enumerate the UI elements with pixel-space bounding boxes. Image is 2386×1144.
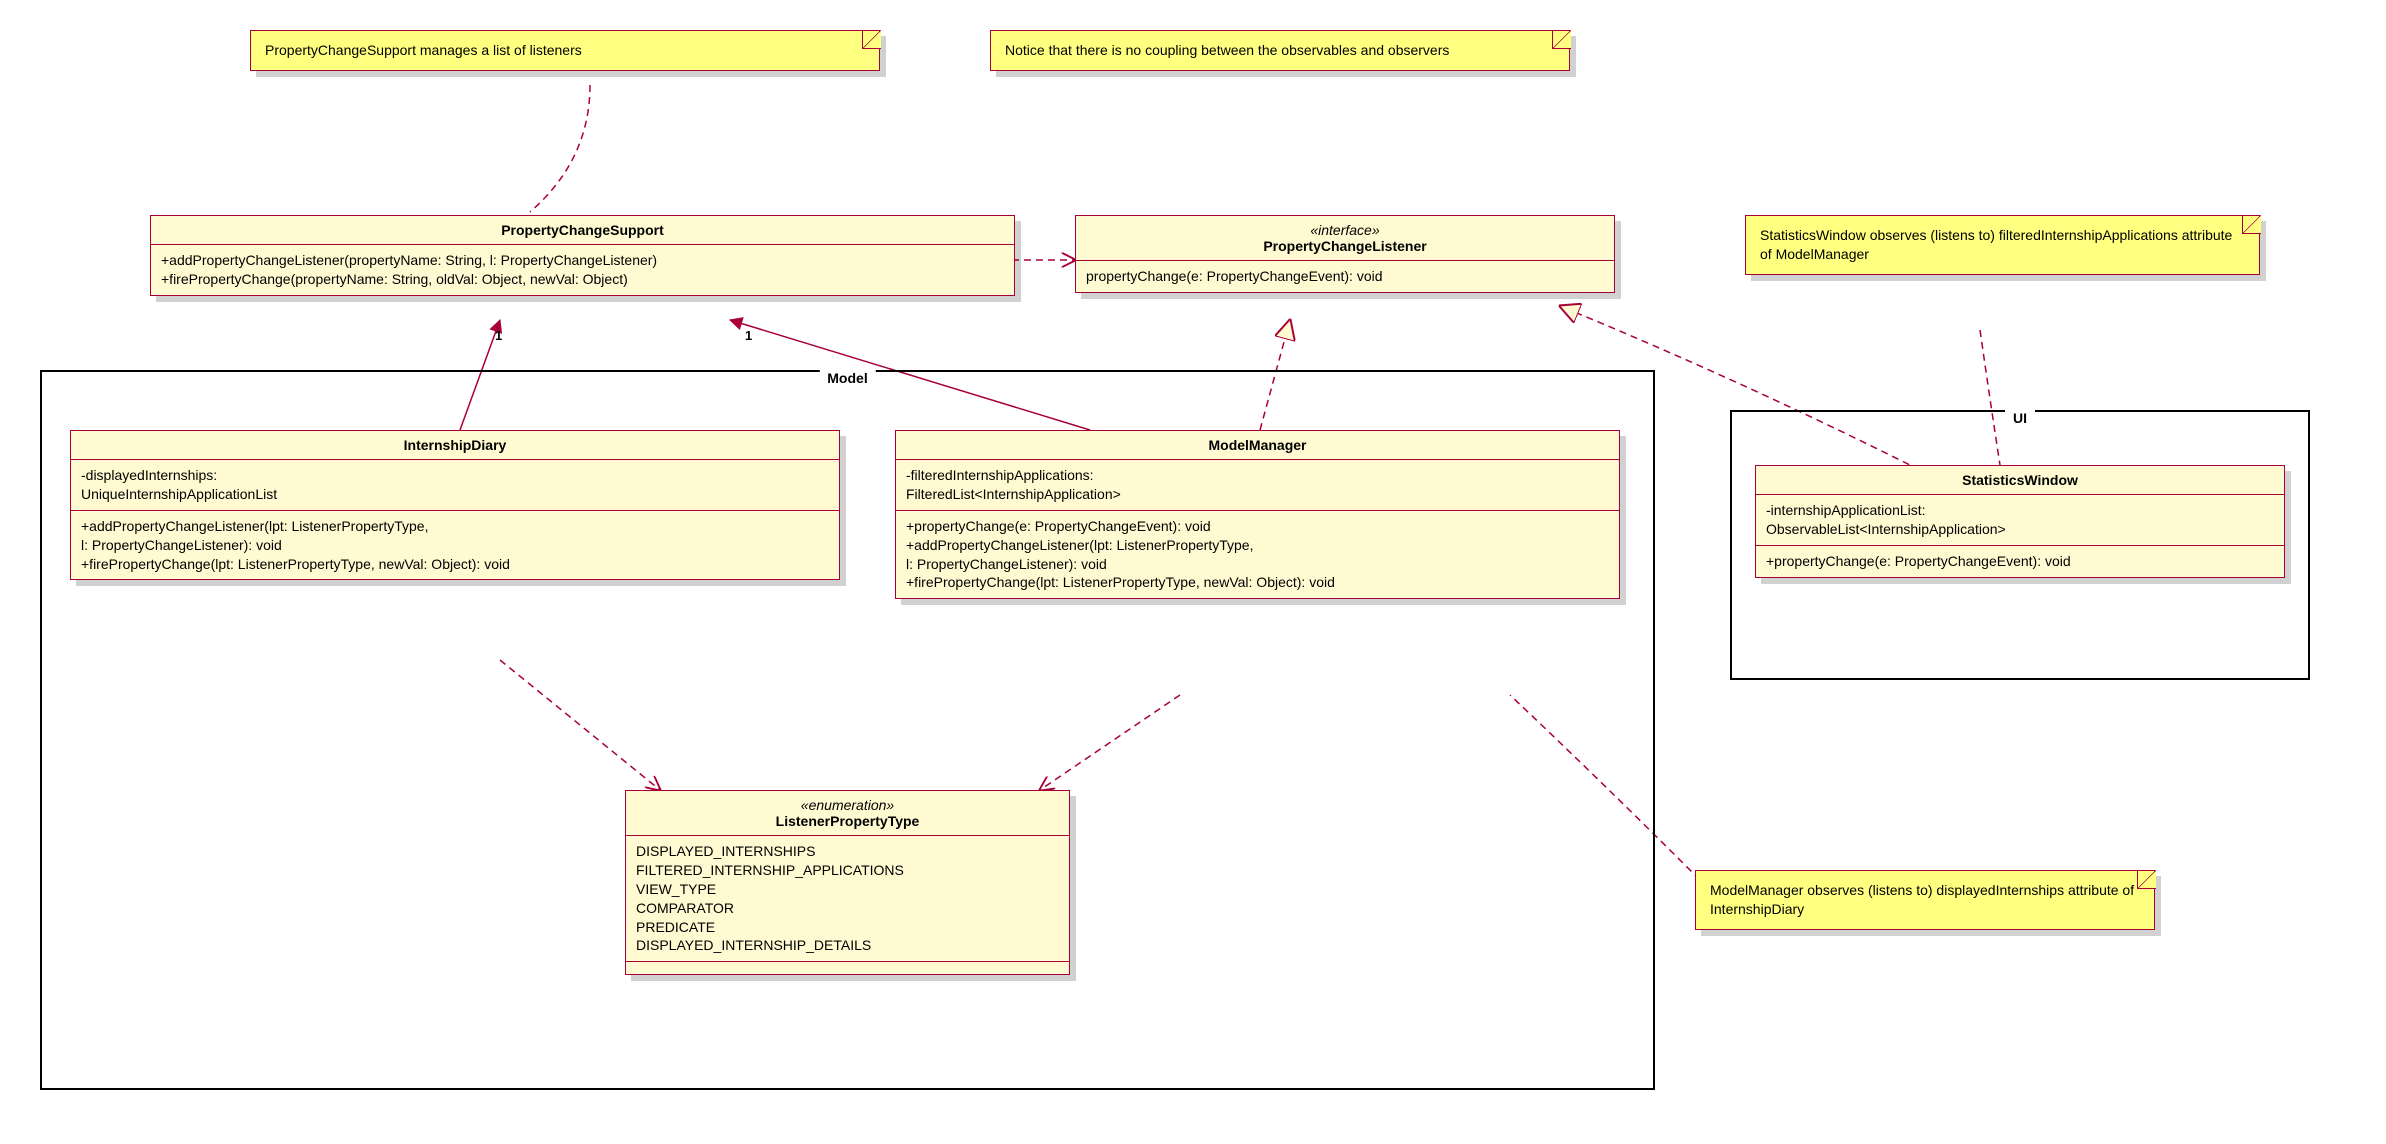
stereotype: «enumeration» — [636, 797, 1059, 813]
class-name: PropertyChangeSupport — [501, 222, 664, 238]
note-coupling: Notice that there is no coupling between… — [990, 30, 1570, 71]
class-ops: +propertyChange(e: PropertyChangeEvent):… — [896, 511, 1619, 599]
class-name: StatisticsWindow — [1962, 472, 2078, 488]
multiplicity: 1 — [745, 328, 752, 343]
class-internship-diary: InternshipDiary -displayedInternships: U… — [70, 430, 840, 580]
note-text: Notice that there is no coupling between… — [1005, 42, 1449, 58]
note-text: PropertyChangeSupport manages a list of … — [265, 42, 582, 58]
enum-literals: DISPLAYED_INTERNSHIPS FILTERED_INTERNSHI… — [626, 836, 1069, 962]
class-ops: +addPropertyChangeListener(propertyName:… — [151, 245, 1014, 295]
class-ops: +addPropertyChangeListener(lpt: Listener… — [71, 511, 839, 580]
class-statistics-window: StatisticsWindow -internshipApplicationL… — [1755, 465, 2285, 578]
stereotype: «interface» — [1086, 222, 1604, 238]
class-ops: +propertyChange(e: PropertyChangeEvent):… — [1756, 546, 2284, 577]
note-sw: StatisticsWindow observes (listens to) f… — [1745, 215, 2260, 275]
note-text: ModelManager observes (listens to) displ… — [1710, 882, 2134, 917]
class-name: PropertyChangeListener — [1263, 238, 1426, 254]
uml-canvas: PCL dashed dependency with open arrow --… — [0, 0, 2386, 1144]
package-label: UI — [2005, 410, 2035, 426]
note-mm: ModelManager observes (listens to) displ… — [1695, 870, 2155, 930]
class-model-manager: ModelManager -filteredInternshipApplicat… — [895, 430, 1620, 599]
empty-section — [626, 962, 1069, 974]
interface-property-change-listener: «interface» PropertyChangeListener prope… — [1075, 215, 1615, 293]
class-attrs: -displayedInternships: UniqueInternshipA… — [71, 460, 839, 511]
multiplicity: 1 — [495, 328, 502, 343]
note-pcs: PropertyChangeSupport manages a list of … — [250, 30, 880, 71]
class-ops: propertyChange(e: PropertyChangeEvent): … — [1076, 261, 1614, 292]
class-name: InternshipDiary — [404, 437, 507, 453]
link-note-pcs — [530, 85, 590, 212]
class-attrs: -filteredInternshipApplications: Filtere… — [896, 460, 1619, 511]
class-name: ListenerPropertyType — [776, 813, 920, 829]
note-text: StatisticsWindow observes (listens to) f… — [1760, 227, 2232, 262]
class-property-change-support: PropertyChangeSupport +addPropertyChange… — [150, 215, 1015, 296]
class-attrs: -internshipApplicationList: ObservableLi… — [1756, 495, 2284, 546]
enum-listener-property-type: «enumeration» ListenerPropertyType DISPL… — [625, 790, 1070, 975]
package-label: Model — [819, 370, 875, 386]
class-name: ModelManager — [1208, 437, 1306, 453]
